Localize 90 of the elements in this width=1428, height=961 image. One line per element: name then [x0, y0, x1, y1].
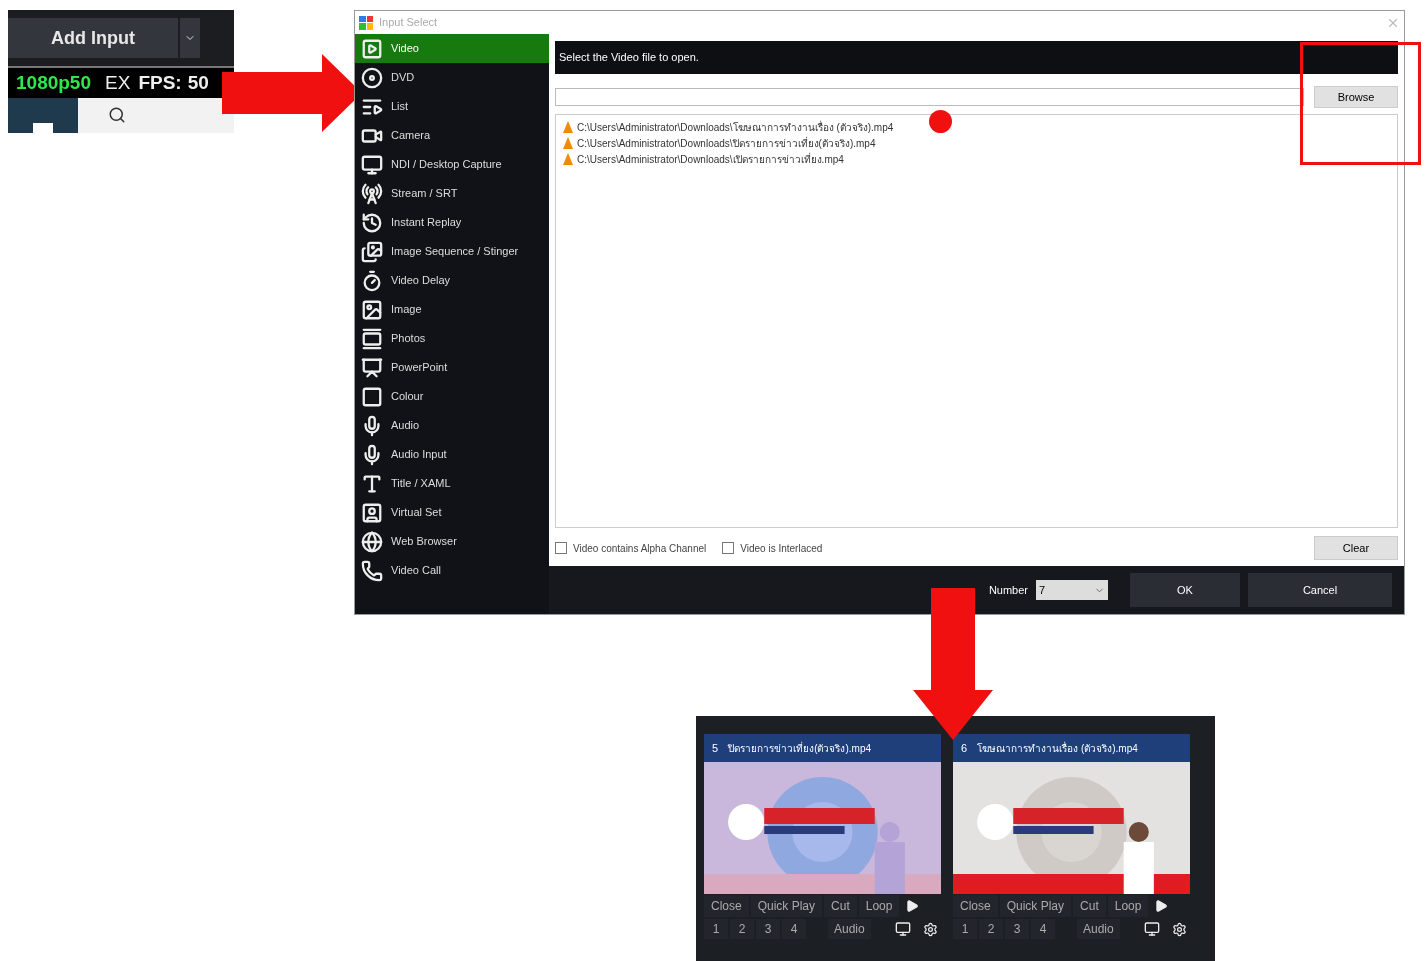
audio-button[interactable]: Audio: [828, 919, 871, 939]
phone-icon: [361, 559, 383, 582]
microphone-icon: [361, 414, 383, 437]
search-icon: [108, 106, 126, 124]
settings-icon: [922, 921, 938, 937]
layer-button[interactable]: 1: [953, 919, 977, 939]
play-icon: [1154, 899, 1169, 913]
disc-icon: [361, 66, 383, 89]
layer-button[interactable]: 2: [730, 919, 754, 939]
presentation-icon: [361, 356, 383, 379]
fps-label: FPS:: [138, 70, 182, 95]
ex-text: EX: [105, 70, 131, 95]
app-icon: [359, 15, 373, 30]
layer-button[interactable]: 3: [1005, 919, 1029, 939]
person-icon: [361, 501, 383, 524]
ok-button[interactable]: OK: [1130, 573, 1240, 607]
tile-button[interactable]: Cut: [1073, 895, 1106, 917]
monitor-icon: [894, 921, 911, 937]
file-path[interactable]: C:\Users\Administrator\Downloads\โฆษณาการทำงานเรื่อง (ตัวจริง).mp4: [577, 119, 894, 135]
cone-icon: [562, 152, 574, 166]
photos-icon: [361, 327, 383, 350]
format-text: 1080p50: [16, 70, 91, 95]
input-title: ปิดรายการข่าวเที่ยง(ตัวจริง).mp4: [728, 740, 872, 756]
play-icon: [361, 37, 383, 60]
file-path[interactable]: C:\Users\Administrator\Downloads\ปิดรายการข่าวเที่ยง(ตัวจริง).mp4: [577, 135, 876, 151]
microphone-icon: [361, 443, 383, 466]
layer-button[interactable]: 3: [756, 919, 780, 939]
sidebar-item[interactable]: Virtual Set: [355, 498, 549, 527]
tile-button[interactable]: Loop: [858, 895, 900, 917]
antenna-icon: [361, 182, 383, 205]
monitor-icon: [361, 153, 383, 176]
sidebar-item[interactable]: Stream / SRT: [355, 179, 549, 208]
tile-button[interactable]: Cut: [824, 895, 857, 917]
images-icon: [361, 240, 383, 263]
sidebar-item[interactable]: Video: [355, 34, 549, 63]
monitor-icon: [1143, 921, 1160, 937]
sidebar-item[interactable]: Instant Replay: [355, 208, 549, 237]
sidebar-item[interactable]: List: [355, 92, 549, 121]
cancel-button[interactable]: Cancel: [1248, 573, 1392, 607]
settings-icon: [1171, 921, 1187, 937]
layer-button[interactable]: 2: [979, 919, 1003, 939]
layer-button[interactable]: 4: [782, 919, 806, 939]
sidebar-item[interactable]: Colour: [355, 382, 549, 411]
input-title: โฆษณาการทำงานเรื่อง (ตัวจริง).mp4: [977, 740, 1138, 756]
globe-icon: [361, 530, 383, 553]
image-icon: [361, 298, 383, 321]
sidebar-item[interactable]: NDI / Desktop Capture: [355, 150, 549, 179]
sidebar-item[interactable]: DVD: [355, 63, 549, 92]
add-input-button[interactable]: Add Input: [8, 18, 178, 58]
sidebar-item[interactable]: Image Sequence / Stinger: [355, 237, 549, 266]
tile-button[interactable]: Quick Play: [999, 895, 1072, 917]
sidebar-item[interactable]: Image: [355, 295, 549, 324]
prompt-bar: Select the Video file to open.: [555, 41, 1398, 74]
timer-icon: [361, 269, 383, 292]
square-icon: [361, 385, 383, 408]
input-number: 6: [961, 740, 968, 756]
checkbox[interactable]: [722, 542, 735, 554]
sidebar-item[interactable]: PowerPoint: [355, 353, 549, 382]
tile-button[interactable]: Loop: [1107, 895, 1149, 917]
play-icon: [905, 899, 920, 913]
clear-button[interactable]: Clear: [1314, 536, 1398, 560]
cone-icon: [562, 120, 574, 134]
sidebar-item[interactable]: Audio Input: [355, 440, 549, 469]
taskbar-start[interactable]: [8, 98, 78, 133]
file-path-field[interactable]: [555, 88, 1304, 106]
layer-button[interactable]: 1: [704, 919, 728, 939]
sidebar-item[interactable]: Web Browser: [355, 527, 549, 556]
sidebar-item[interactable]: Camera: [355, 121, 549, 150]
audio-button[interactable]: Audio: [1077, 919, 1120, 939]
sidebar-item[interactable]: Title / XAML: [355, 469, 549, 498]
option-checkbox[interactable]: Video contains Alpha Channel: [555, 540, 707, 556]
number-select[interactable]: 7: [1036, 580, 1108, 600]
cone-icon: [562, 136, 574, 150]
input-number: 5: [712, 740, 719, 756]
tile-button[interactable]: Close: [704, 895, 749, 917]
fps-value: 50: [187, 70, 209, 95]
replay-icon: [361, 211, 383, 234]
checkbox[interactable]: [555, 542, 567, 554]
tile-button[interactable]: Close: [953, 895, 998, 917]
sidebar-item[interactable]: Video Call: [355, 556, 549, 585]
sidebar-item[interactable]: Video Delay: [355, 266, 549, 295]
layer-button[interactable]: 4: [1031, 919, 1055, 939]
browse-button[interactable]: Browse: [1314, 86, 1398, 108]
sidebar-item[interactable]: Audio: [355, 411, 549, 440]
sidebar-item[interactable]: Photos: [355, 324, 549, 353]
number-label: Number: [988, 582, 1028, 598]
file-path[interactable]: C:\Users\Administrator\Downloads\เปิดรายการข่าวเที่ยง.mp4: [577, 151, 844, 167]
option-checkbox[interactable]: Video is Interlaced: [722, 540, 823, 556]
tile-button[interactable]: Quick Play: [750, 895, 823, 917]
window-title: Input Select: [379, 15, 438, 31]
